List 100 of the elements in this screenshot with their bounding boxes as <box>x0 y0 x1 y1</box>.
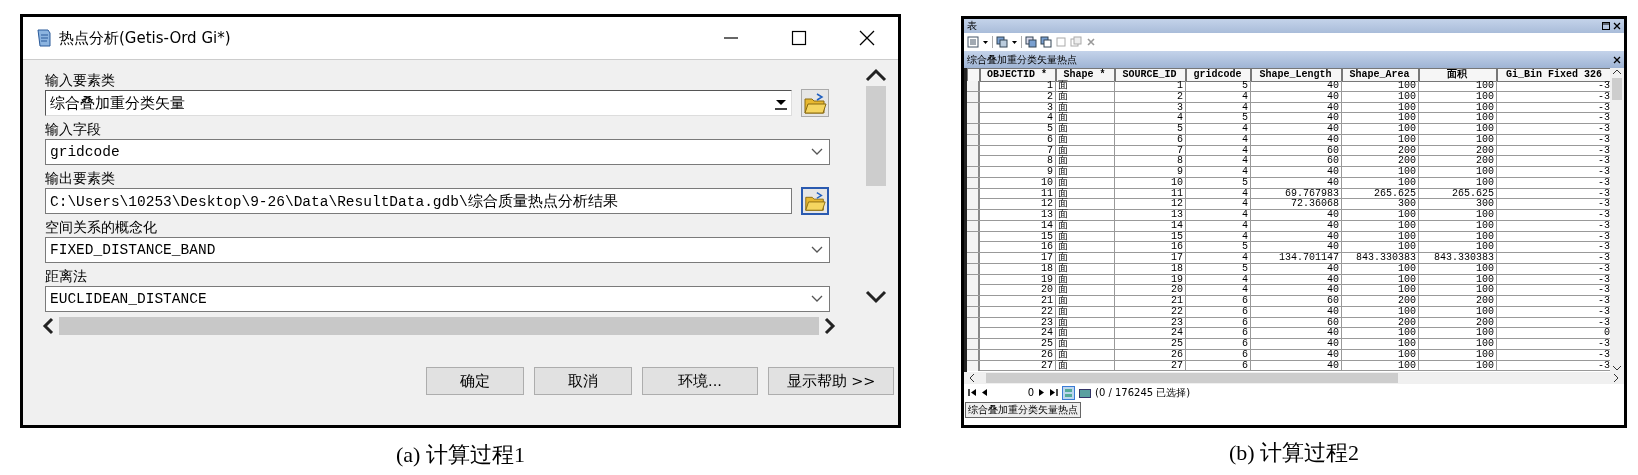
dialog-button[interactable]: 环境... <box>642 367 758 395</box>
previous-record-icon[interactable] <box>981 388 988 397</box>
row-selector[interactable] <box>967 91 980 102</box>
scroll-right-icon[interactable] <box>823 317 837 335</box>
dropdown-field[interactable]: gridcode <box>45 139 830 165</box>
table-cell: 100 <box>1342 231 1419 242</box>
scroll-down-icon[interactable] <box>865 290 887 304</box>
table-cell: 100 <box>1419 167 1497 177</box>
table-cell: 14 <box>1115 220 1186 231</box>
table-cell: 12 <box>980 199 1056 210</box>
restore-icon[interactable] <box>1602 22 1610 30</box>
table-cell: 面 <box>1056 210 1115 220</box>
scroll-up-icon[interactable] <box>865 68 887 82</box>
row-selector[interactable] <box>967 274 980 285</box>
table-cell: 8 <box>980 156 1056 167</box>
close-icon[interactable] <box>1613 55 1621 64</box>
table-options-icon[interactable] <box>967 36 979 48</box>
record-number[interactable]: 0 <box>992 387 1034 398</box>
row-selector[interactable] <box>967 199 980 210</box>
row-selector[interactable] <box>967 124 980 134</box>
table-cell: 15 <box>1115 231 1186 242</box>
first-record-icon[interactable] <box>968 388 977 397</box>
table-cell: 22 <box>1115 306 1186 317</box>
row-selector[interactable] <box>967 220 980 231</box>
column-header[interactable]: 面积 <box>1419 68 1497 82</box>
row-selector[interactable] <box>967 210 980 220</box>
table-cell: 100 <box>1419 328 1497 339</box>
row-selector[interactable] <box>967 68 980 82</box>
column-header[interactable]: Gi_Bin Fixed 326 <box>1497 68 1610 82</box>
dropdown-field[interactable]: 综合叠加重分类矢量 <box>45 90 792 116</box>
dropdown-field[interactable]: FIXED_DISTANCE_BAND <box>45 237 830 263</box>
dropdown-field[interactable]: EUCLIDEAN_DISTANCE <box>45 286 830 312</box>
row-selector[interactable] <box>967 188 980 199</box>
column-header[interactable]: gridcode <box>1186 68 1251 82</box>
row-selector[interactable] <box>967 328 980 339</box>
browse-button[interactable] <box>801 187 829 215</box>
column-header[interactable]: Shape_Length <box>1251 68 1342 82</box>
scroll-thumb[interactable] <box>986 373 1398 383</box>
row-selector[interactable] <box>967 231 980 242</box>
row-selector[interactable] <box>967 317 980 328</box>
last-record-icon[interactable] <box>1049 388 1058 397</box>
column-header[interactable]: SOURCE_ID <box>1115 68 1186 82</box>
row-selector[interactable] <box>967 285 980 296</box>
row-selector[interactable] <box>967 349 980 360</box>
row-selector[interactable] <box>967 296 980 306</box>
column-header[interactable]: OBJECTID * <box>980 68 1056 82</box>
scroll-right-icon[interactable] <box>1612 373 1620 383</box>
row-selector[interactable] <box>967 177 980 188</box>
table-cell: 面 <box>1056 124 1115 134</box>
table-cell: 4 <box>1186 102 1251 113</box>
close-icon[interactable] <box>1613 22 1621 30</box>
table-cell: 100 <box>1419 91 1497 102</box>
scroll-left-icon[interactable] <box>968 373 976 383</box>
scroll-up-icon[interactable] <box>1612 68 1622 76</box>
chevron-down-icon[interactable] <box>811 295 823 303</box>
row-selector[interactable] <box>967 81 980 91</box>
row-selector[interactable] <box>967 113 980 124</box>
table-cell: 200 <box>1419 156 1497 167</box>
show-all-records-icon[interactable] <box>1062 385 1075 400</box>
table-cell: 4 <box>1186 167 1251 177</box>
table-tab[interactable]: 综合叠加重分类矢量热点 <box>965 401 1081 418</box>
row-selector[interactable] <box>967 306 980 317</box>
browse-button[interactable] <box>801 89 829 117</box>
row-selector[interactable] <box>967 102 980 113</box>
folder-icon <box>803 189 827 213</box>
table-cell: 40 <box>1251 124 1342 134</box>
row-selector[interactable] <box>967 167 980 177</box>
scroll-down-icon[interactable] <box>1612 364 1622 372</box>
row-selector[interactable] <box>967 134 980 145</box>
table-cell: 40 <box>1251 263 1342 274</box>
table-cell: 134.701147 <box>1251 253 1342 263</box>
input-field[interactable]: C:\Users\10253\Desktop\9-26\Data\ResultData.gdb\综合质量热点分析结果 <box>45 188 792 214</box>
table-cell: 40 <box>1251 360 1342 371</box>
row-selector[interactable] <box>967 145 980 156</box>
row-selector[interactable] <box>967 253 980 263</box>
column-header[interactable]: Shape_Area <box>1342 68 1419 82</box>
next-record-icon[interactable] <box>1038 388 1045 397</box>
chevron-down-icon[interactable] <box>811 148 823 156</box>
scroll-left-icon[interactable] <box>41 317 55 335</box>
stacked-sheets-icon[interactable] <box>996 36 1008 48</box>
table-cell: 200 <box>1419 296 1497 306</box>
horizontal-scrollbar[interactable] <box>59 317 819 335</box>
sheets-icon[interactable] <box>1040 36 1052 48</box>
table-cell: 面 <box>1056 349 1115 360</box>
show-selected-records-icon[interactable] <box>1079 386 1091 399</box>
dialog-button[interactable]: 显示帮助 >> <box>768 367 894 395</box>
dialog-button[interactable]: 确定 <box>426 367 524 395</box>
table-cell: 6 <box>1186 328 1251 339</box>
chevron-down-icon[interactable] <box>811 246 823 254</box>
delete-icon[interactable] <box>1085 36 1097 48</box>
row-selector[interactable] <box>967 263 980 274</box>
scroll-thumb[interactable] <box>866 86 886 186</box>
scroll-thumb[interactable] <box>1612 78 1622 100</box>
row-selector[interactable] <box>967 242 980 253</box>
sheets-icon[interactable] <box>1025 36 1037 48</box>
table-cell: 面 <box>1056 360 1115 371</box>
row-selector[interactable] <box>967 156 980 167</box>
dialog-button[interactable]: 取消 <box>534 367 632 395</box>
table-cell: 100 <box>1342 167 1419 177</box>
row-selector[interactable] <box>967 339 980 349</box>
